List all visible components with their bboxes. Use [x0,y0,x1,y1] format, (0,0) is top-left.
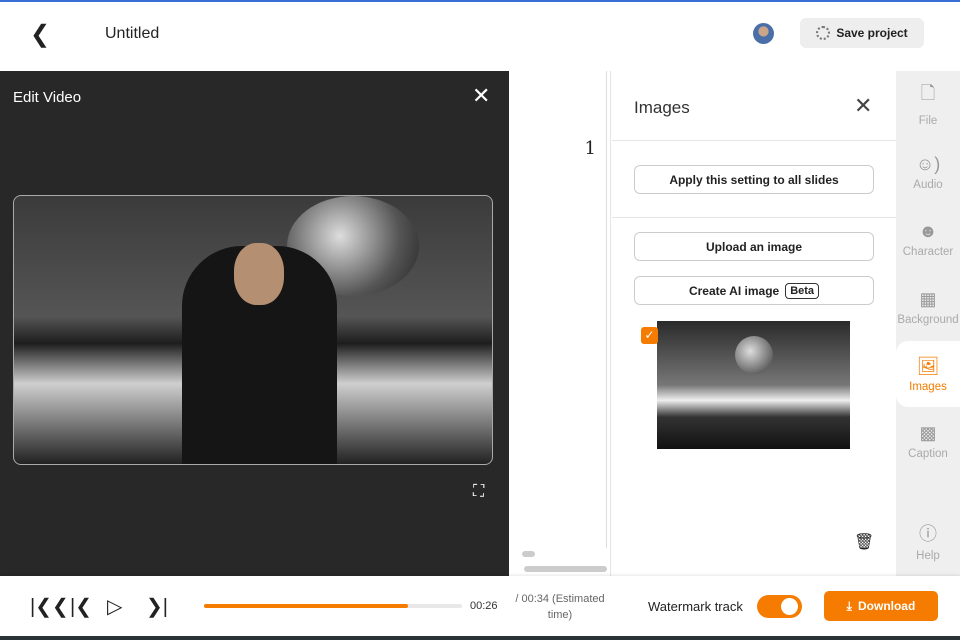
background-icon: ▦ [919,288,937,309]
sidebar-label: Audio [913,178,943,191]
next-button[interactable]: ❯| [146,594,168,619]
sidebar-label: Help [916,550,940,562]
sidebar-label: Character [902,245,954,258]
upload-image-button[interactable]: Upload an image [634,232,874,261]
current-time: 00:26 [470,600,498,612]
planet-image [735,336,773,374]
project-title[interactable]: Untitled [105,25,159,43]
edit-video-panel: Edit Video ✕ ⛶ [0,71,509,576]
total-time: / 00:34 (Estimated time) [515,593,605,621]
sidebar-item-character[interactable]: ☻ Character [896,206,960,272]
download-button[interactable]: ⤓ Download [824,591,938,621]
trash-icon[interactable]: 🗑 [854,532,874,552]
character-icon: ☻ [918,220,938,241]
progress-slider[interactable] [204,604,462,608]
images-panel: Images ✕ Apply this setting to all slide… [612,71,896,576]
sidebar-item-background[interactable]: ▦ Background [896,274,960,340]
close-panel-button[interactable]: ✕ [854,93,872,119]
divider [612,217,896,218]
progress-fill [204,604,408,608]
fullscreen-icon[interactable]: ⛶ [473,483,484,501]
slide-number[interactable]: 1 [585,138,596,159]
save-label: Save project [836,26,908,40]
caption-icon: ▩ [919,422,937,443]
top-bar: ❮ Untitled Save project [0,0,960,71]
player-bar: |❮❮ |❮ ▷ ❯| 00:26 / 00:34 (Estimated tim… [0,576,960,636]
images-icon: 🖼 [916,355,940,376]
character-head [234,243,284,305]
slide-list[interactable]: 1 [522,71,620,548]
back-button[interactable]: ❮ [30,20,50,49]
sidebar-item-file[interactable]: 🗋 File [896,71,960,137]
apply-all-button[interactable]: Apply this setting to all slides [634,165,874,194]
watermark-toggle[interactable] [757,595,802,618]
download-icon: ⤓ [846,598,852,613]
create-ai-image-button[interactable]: Create AI image Beta [634,276,874,305]
create-ai-label: Create AI image [688,283,780,298]
panel-title: Images [634,98,690,117]
image-thumbnail[interactable] [657,321,850,449]
loading-icon [816,26,831,40]
avatar[interactable] [753,23,774,44]
horizontal-scrollbar[interactable] [524,566,607,572]
sidebar-item-help[interactable]: ⓘ Help [896,508,960,574]
sidebar-label: File [918,115,938,127]
download-label: Download [857,599,916,613]
script-area: 1 [509,71,620,576]
editor-title: Edit Video [13,89,82,106]
play-button[interactable]: ▷ [107,594,122,619]
sidebar-label: Images [909,380,947,393]
image-checkbox[interactable]: ✓ [641,327,658,344]
save-project-button[interactable]: Save project [800,18,924,48]
beta-badge: Beta [785,282,820,299]
sidebar-item-caption[interactable]: ▩ Caption [896,408,960,474]
sidebar-item-audio[interactable]: ☺) Audio [896,139,960,205]
file-icon: 🗋 [920,83,936,103]
divider [612,140,896,141]
close-editor-button[interactable]: ✕ [472,83,490,109]
sidebar-label: Background [897,313,959,326]
sidebar-item-images[interactable]: 🖼 Images [896,341,960,407]
skip-to-start-button[interactable]: |❮❮ [30,594,69,619]
sidebar: 🗋 File ☺) Audio ☻ Character ▦ Background 🖼 Im… [896,71,960,576]
bottom-edge [0,636,960,640]
watermark-label: Watermark track [648,599,743,614]
sidebar-label: Caption [908,447,948,460]
previous-button[interactable]: |❮ [70,594,92,619]
video-preview[interactable] [13,195,493,465]
scrollbar-thumb[interactable] [522,551,535,557]
help-icon: ⓘ [919,524,937,544]
audio-icon: ☺) [915,153,941,174]
